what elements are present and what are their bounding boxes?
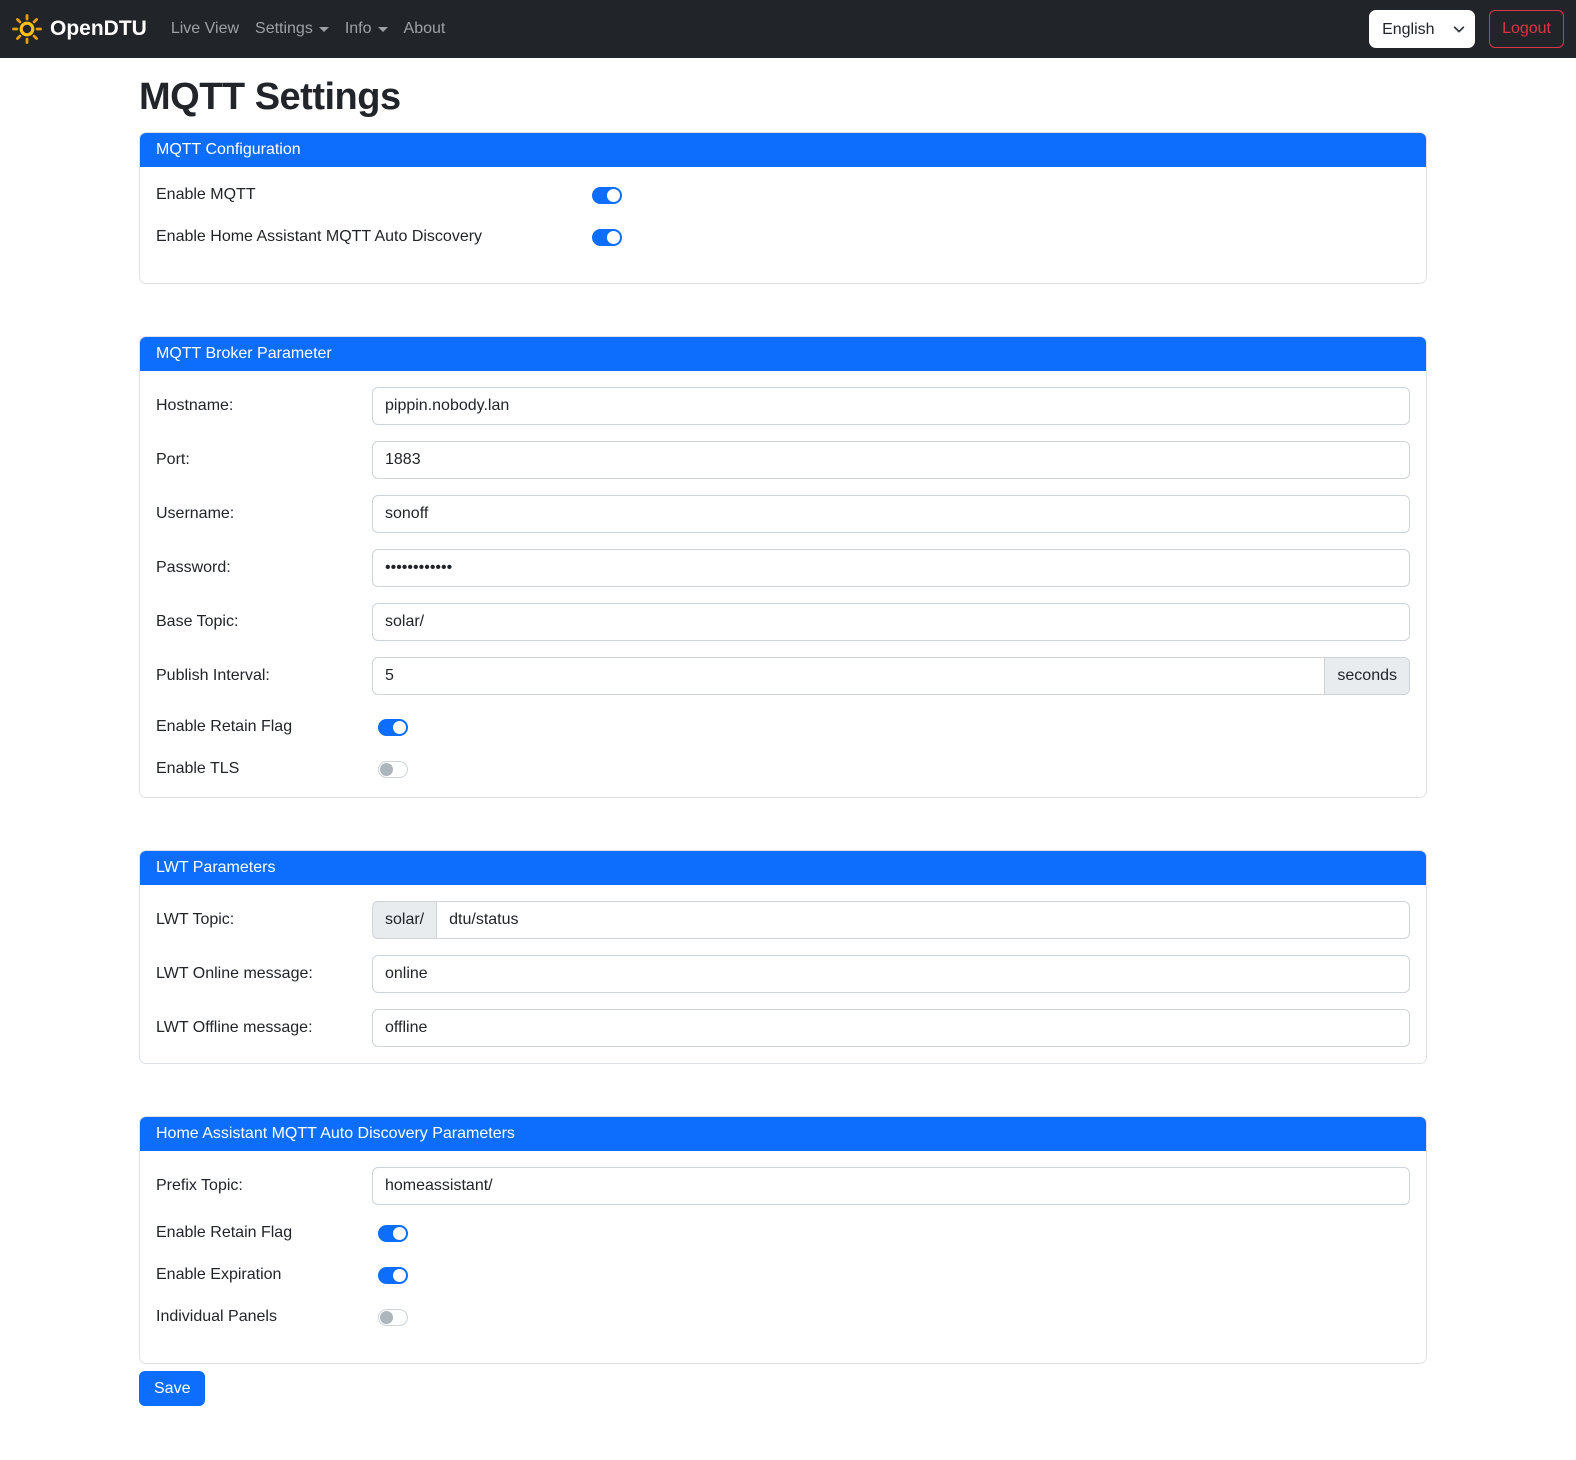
enable-expiration-label: Enable Expiration bbox=[156, 1266, 372, 1284]
hostname-row: Hostname: bbox=[156, 387, 1410, 425]
lwt-online-row: LWT Online message: bbox=[156, 955, 1410, 993]
prefix-topic-label: Prefix Topic: bbox=[156, 1177, 372, 1195]
enable-tls-row: Enable TLS bbox=[156, 757, 1410, 781]
hostname-input[interactable] bbox=[372, 387, 1410, 425]
enable-mqtt-row: Enable MQTT bbox=[156, 183, 1410, 207]
enable-ha-discovery-switch[interactable] bbox=[592, 229, 622, 246]
username-label: Username: bbox=[156, 505, 372, 523]
enable-expiration-row: Enable Expiration bbox=[156, 1263, 1410, 1287]
hass-discovery-card: Home Assistant MQTT Auto Discovery Param… bbox=[139, 1116, 1427, 1364]
port-label: Port: bbox=[156, 451, 372, 469]
sun-icon bbox=[12, 14, 42, 44]
publish-interval-row: Publish Interval: seconds bbox=[156, 657, 1410, 695]
prefix-topic-row: Prefix Topic: bbox=[156, 1167, 1410, 1205]
prefix-topic-input[interactable] bbox=[372, 1167, 1410, 1205]
mqtt-broker-card: MQTT Broker Parameter Hostname: Port: Us… bbox=[139, 336, 1427, 798]
nav-item-info[interactable]: Info bbox=[337, 12, 396, 46]
publish-interval-input[interactable] bbox=[372, 657, 1325, 695]
port-row: Port: bbox=[156, 441, 1410, 479]
base-topic-row: Base Topic: bbox=[156, 603, 1410, 641]
lwt-topic-input[interactable] bbox=[436, 901, 1410, 939]
nav-item-settings-label: Settings bbox=[255, 20, 313, 38]
enable-ha-discovery-row: Enable Home Assistant MQTT Auto Discover… bbox=[156, 225, 1410, 249]
broker-retain-row: Enable Retain Flag bbox=[156, 715, 1410, 739]
lwt-offline-input[interactable] bbox=[372, 1009, 1410, 1047]
main-content: MQTT Settings MQTT Configuration Enable … bbox=[139, 76, 1427, 1406]
enable-mqtt-label: Enable MQTT bbox=[156, 186, 586, 204]
caret-down-icon bbox=[319, 27, 329, 32]
base-topic-input[interactable] bbox=[372, 603, 1410, 641]
hass-retain-label: Enable Retain Flag bbox=[156, 1224, 372, 1242]
language-select-wrap: English bbox=[1369, 10, 1475, 48]
hass-retain-switch[interactable] bbox=[378, 1225, 408, 1242]
enable-tls-label: Enable TLS bbox=[156, 760, 372, 778]
broker-retain-switch[interactable] bbox=[378, 719, 408, 736]
publish-interval-label: Publish Interval: bbox=[156, 667, 372, 685]
nav-item-about[interactable]: About bbox=[396, 12, 454, 46]
nav-item-live-view-label: Live View bbox=[171, 20, 239, 38]
lwt-topic-prefix: solar/ bbox=[372, 901, 436, 939]
save-button[interactable]: Save bbox=[139, 1371, 205, 1406]
individual-panels-label: Individual Panels bbox=[156, 1308, 372, 1326]
enable-tls-switch[interactable] bbox=[378, 761, 408, 778]
broker-retain-label: Enable Retain Flag bbox=[156, 718, 372, 736]
lwt-offline-row: LWT Offline message: bbox=[156, 1009, 1410, 1047]
individual-panels-row: Individual Panels bbox=[156, 1305, 1410, 1329]
port-input[interactable] bbox=[372, 441, 1410, 479]
lwt-online-input[interactable] bbox=[372, 955, 1410, 993]
enable-expiration-switch[interactable] bbox=[378, 1267, 408, 1284]
lwt-topic-row: LWT Topic: solar/ bbox=[156, 901, 1410, 939]
individual-panels-switch[interactable] bbox=[378, 1309, 408, 1326]
mqtt-configuration-header: MQTT Configuration bbox=[140, 133, 1426, 167]
nav-item-info-label: Info bbox=[345, 20, 372, 38]
password-row: Password: bbox=[156, 549, 1410, 587]
navbar-brand[interactable]: OpenDTU bbox=[12, 14, 147, 44]
navbar: OpenDTU Live View Settings Info About En… bbox=[0, 0, 1576, 58]
logout-button[interactable]: Logout bbox=[1489, 10, 1564, 48]
username-row: Username: bbox=[156, 495, 1410, 533]
lwt-parameters-header: LWT Parameters bbox=[140, 851, 1426, 885]
page-title: MQTT Settings bbox=[139, 76, 1427, 119]
main-nav: Live View Settings Info About bbox=[163, 12, 454, 46]
nav-item-settings[interactable]: Settings bbox=[247, 12, 337, 46]
lwt-topic-label: LWT Topic: bbox=[156, 911, 372, 929]
hass-retain-row: Enable Retain Flag bbox=[156, 1221, 1410, 1245]
brand-label: OpenDTU bbox=[50, 17, 147, 41]
language-select[interactable]: English bbox=[1369, 10, 1475, 48]
mqtt-broker-header: MQTT Broker Parameter bbox=[140, 337, 1426, 371]
password-label: Password: bbox=[156, 559, 372, 577]
mqtt-configuration-card: MQTT Configuration Enable MQTT Enable Ho… bbox=[139, 132, 1427, 284]
username-input[interactable] bbox=[372, 495, 1410, 533]
hass-discovery-header: Home Assistant MQTT Auto Discovery Param… bbox=[140, 1117, 1426, 1151]
nav-item-live-view[interactable]: Live View bbox=[163, 12, 247, 46]
publish-interval-unit: seconds bbox=[1325, 657, 1410, 695]
hostname-label: Hostname: bbox=[156, 397, 372, 415]
nav-item-about-label: About bbox=[404, 20, 446, 38]
enable-mqtt-switch[interactable] bbox=[592, 187, 622, 204]
enable-ha-discovery-label: Enable Home Assistant MQTT Auto Discover… bbox=[156, 228, 586, 246]
caret-down-icon bbox=[378, 27, 388, 32]
password-input[interactable] bbox=[372, 549, 1410, 587]
lwt-online-label: LWT Online message: bbox=[156, 965, 372, 983]
lwt-parameters-card: LWT Parameters LWT Topic: solar/ LWT Onl… bbox=[139, 850, 1427, 1064]
lwt-offline-label: LWT Offline message: bbox=[156, 1019, 372, 1037]
base-topic-label: Base Topic: bbox=[156, 613, 372, 631]
